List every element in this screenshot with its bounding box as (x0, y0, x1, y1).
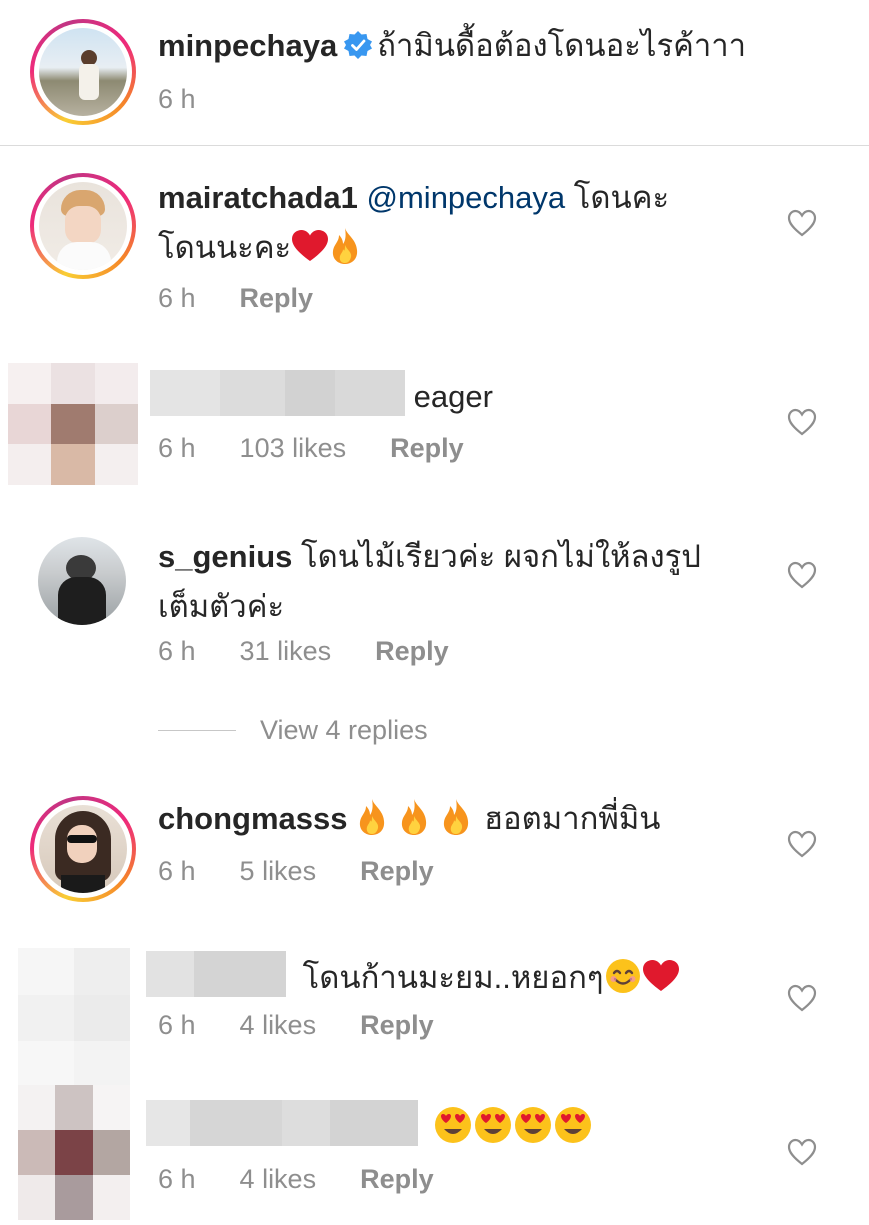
fire-emoji (333, 227, 358, 264)
caption-meta: 6 h (158, 84, 240, 115)
pixelated-avatar[interactable] (18, 948, 130, 1088)
comment-row: s_genius โดนไม้เรียวค่ะ ผจกไม่ให้ลงรูป เ… (0, 515, 869, 685)
likes-count[interactable]: 31 likes (240, 636, 332, 667)
comment-time: 6 h (158, 1164, 196, 1194)
reply-button[interactable]: Reply (375, 636, 449, 667)
comment-time: 6 h (158, 283, 196, 313)
comment-body-line1: โดนไม้เรียวค่ะ ผจกไม่ให้ลงรูป (301, 539, 701, 574)
comment-meta: 6 h 103 likes Reply (158, 433, 508, 464)
comment-text: โดนก้านมะยม..หยอกๆ (146, 950, 680, 1003)
fire-emoji (360, 798, 385, 835)
comment-meta: 6 h Reply (158, 283, 357, 314)
comment-meta: 6 h 4 likes Reply (158, 1010, 478, 1041)
comment-avatar[interactable] (30, 173, 136, 279)
comment-avatar[interactable] (30, 796, 136, 902)
likes-count[interactable]: 103 likes (240, 433, 347, 464)
pixelated-avatar[interactable] (18, 1085, 130, 1220)
red-heart-emoji (292, 229, 329, 261)
heart-eyes-emoji (514, 1106, 551, 1143)
heart-eyes-emoji (434, 1106, 471, 1143)
like-heart-icon[interactable] (787, 830, 817, 858)
comment-text: eager (150, 369, 493, 422)
comment-mention[interactable]: @minpechaya (367, 180, 566, 215)
heart-eyes-emoji (474, 1106, 511, 1143)
comment-time: 6 h (158, 636, 196, 666)
comment-row: chongmasss ฮอตมากพี่มิน 6 h 5 likes Reply (0, 775, 869, 915)
comment-meta: 6 h 4 likes Reply (158, 1164, 478, 1195)
view-replies-link[interactable]: View 4 replies (158, 715, 428, 746)
like-heart-icon[interactable] (787, 209, 817, 237)
caption-avatar[interactable] (30, 19, 136, 125)
reply-button[interactable]: Reply (360, 856, 434, 887)
fire-emoji (444, 798, 469, 835)
comment-time: 6 h (158, 433, 196, 463)
like-heart-icon[interactable] (787, 984, 817, 1012)
like-heart-icon[interactable] (787, 561, 817, 589)
blurred-username[interactable] (150, 369, 405, 416)
likes-count[interactable]: 4 likes (240, 1010, 317, 1041)
red-heart-emoji (642, 959, 679, 991)
caption-username[interactable]: minpechaya (158, 28, 337, 63)
like-heart-icon[interactable] (787, 1138, 817, 1166)
reply-button[interactable]: Reply (360, 1010, 434, 1041)
comment-username[interactable]: mairatchada1 (158, 180, 358, 215)
caption-text: minpechaya ถ้ามินดื้อต้องโดนอะไรค้าาา (158, 21, 746, 71)
comment-body: ฮอตมากพี่มิน (484, 801, 661, 836)
blurred-username[interactable] (146, 1099, 418, 1146)
comment-username[interactable]: chongmasss (158, 801, 348, 836)
comment-row: eager 6 h 103 likes Reply (0, 360, 869, 490)
comment-body: โดนก้านมะยม..หยอกๆ (302, 960, 604, 995)
caption-time: 6 h (158, 84, 196, 114)
like-heart-icon[interactable] (787, 408, 817, 436)
blurred-username[interactable] (146, 950, 286, 997)
comment-row: 6 h 4 likes Reply (0, 1085, 869, 1225)
smiling-face-emoji (605, 958, 640, 993)
comment-body-line1: โดนคะ (573, 180, 670, 215)
caption-body: ถ้ามินดื้อต้องโดนอะไรค้าาา (377, 28, 747, 63)
comment-meta: 6 h 5 likes Reply (158, 856, 478, 887)
reply-button[interactable]: Reply (240, 283, 314, 314)
comment-text: s_genius โดนไม้เรียวค่ะ ผจกไม่ให้ลงรูป เ… (158, 532, 758, 632)
comment-text: chongmasss ฮอตมากพี่มิน (158, 794, 660, 844)
comment-row: mairatchada1 @minpechaya โดนคะ โดนนะคะ 6… (0, 146, 869, 346)
likes-count[interactable]: 5 likes (240, 856, 317, 887)
comment-time: 6 h (158, 856, 196, 886)
comment-body: eager (413, 379, 493, 414)
reply-button[interactable]: Reply (390, 433, 464, 464)
reply-button[interactable]: Reply (360, 1164, 434, 1195)
comment-time: 6 h (158, 1010, 196, 1040)
comment-text: mairatchada1 @minpechaya โดนคะ โดนนะคะ (158, 173, 758, 273)
comment-body-line2: เต็มตัวค่ะ (158, 589, 285, 624)
comment-text (146, 1099, 593, 1152)
fire-emoji (402, 798, 427, 835)
caption-row: minpechaya ถ้ามินดื้อต้องโดนอะไรค้าาา 6 … (0, 0, 869, 145)
heart-eyes-emoji (554, 1106, 591, 1143)
comment-meta: 6 h 31 likes Reply (158, 636, 493, 667)
comment-body-line2: โดนนะคะ (158, 230, 292, 265)
view-replies-label: View 4 replies (260, 715, 428, 745)
verified-badge-icon (344, 30, 373, 59)
comment-row: โดนก้านมะยม..หยอกๆ 6 h 4 likes Reply (0, 945, 869, 1088)
view-replies-line (158, 730, 236, 731)
comment-avatar[interactable] (38, 537, 126, 625)
likes-count[interactable]: 4 likes (240, 1164, 317, 1195)
pixelated-avatar[interactable] (8, 363, 138, 485)
comment-username[interactable]: s_genius (158, 539, 292, 574)
